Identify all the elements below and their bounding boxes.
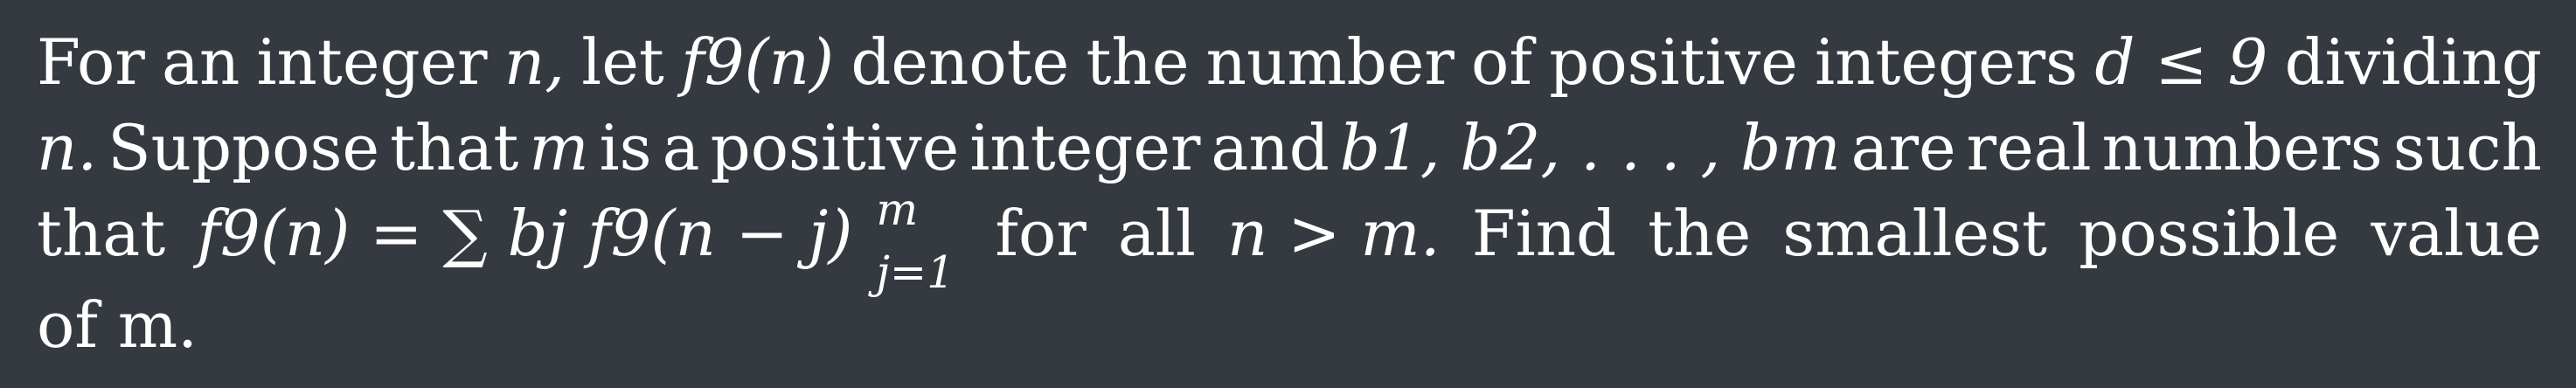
math-d-le-9: d ≤ 9 (2094, 25, 2268, 99)
math-recurrence-text: f9(n) = ∑ bj f9(n − j) (197, 197, 853, 270)
word: number (1205, 25, 1455, 99)
problem-line-2: n. Suppose that m is a positive integer … (37, 105, 2542, 191)
word: of (1471, 25, 1533, 99)
sum-limits: m j=1 (876, 187, 955, 294)
word: the (1086, 25, 1190, 99)
math-var-n: n, (503, 25, 566, 99)
word: real (1966, 111, 2092, 184)
math-var-n: n. (37, 111, 98, 184)
word: a (662, 111, 700, 184)
math-recurrence: f9(n) = ∑ bj f9(n − j) m j=1 (197, 187, 963, 294)
word: are (1850, 111, 1956, 184)
word: dividing (2284, 25, 2542, 99)
word: denote (851, 25, 1070, 99)
word: let (581, 25, 664, 99)
word: and (1211, 111, 1330, 184)
word: an (162, 25, 240, 99)
math-b-sequence: b1, b2, . . . , bm (1339, 111, 1841, 184)
word: Suppose (108, 111, 380, 184)
math-n-gt-m: n > m. (1226, 197, 1441, 270)
word: for (995, 197, 1087, 270)
word: is (599, 111, 652, 184)
math-f9n: f9(n) (681, 25, 835, 99)
word: For (37, 25, 145, 99)
word: that (37, 197, 166, 270)
word: value (2371, 197, 2542, 270)
word: that (390, 111, 519, 184)
problem-statement: For an integer n, let f9(n) denote the n… (37, 19, 2542, 368)
word: integer (256, 25, 488, 99)
word: positive (710, 111, 960, 184)
problem-line-1: For an integer n, let f9(n) denote the n… (37, 19, 2542, 105)
word: positive (1549, 25, 1798, 99)
word: Find (1471, 197, 1617, 270)
word: the (1648, 197, 1752, 270)
sum-lower-limit: j=1 (876, 246, 955, 298)
word: possible (2079, 197, 2340, 270)
sum-upper-limit: m (876, 183, 919, 235)
word: all (1117, 197, 1196, 270)
word: integer (969, 111, 1201, 184)
word: of m. (37, 288, 198, 363)
word: smallest (1782, 197, 2047, 270)
math-var-m: m (529, 111, 589, 184)
problem-line-3: that f9(n) = ∑ bj f9(n − j) m j=1 for al… (37, 187, 2542, 294)
problem-line-4: of m. (37, 282, 2542, 368)
word: integers (1815, 25, 2079, 99)
word: such (2392, 111, 2542, 184)
word: numbers (2101, 111, 2383, 184)
